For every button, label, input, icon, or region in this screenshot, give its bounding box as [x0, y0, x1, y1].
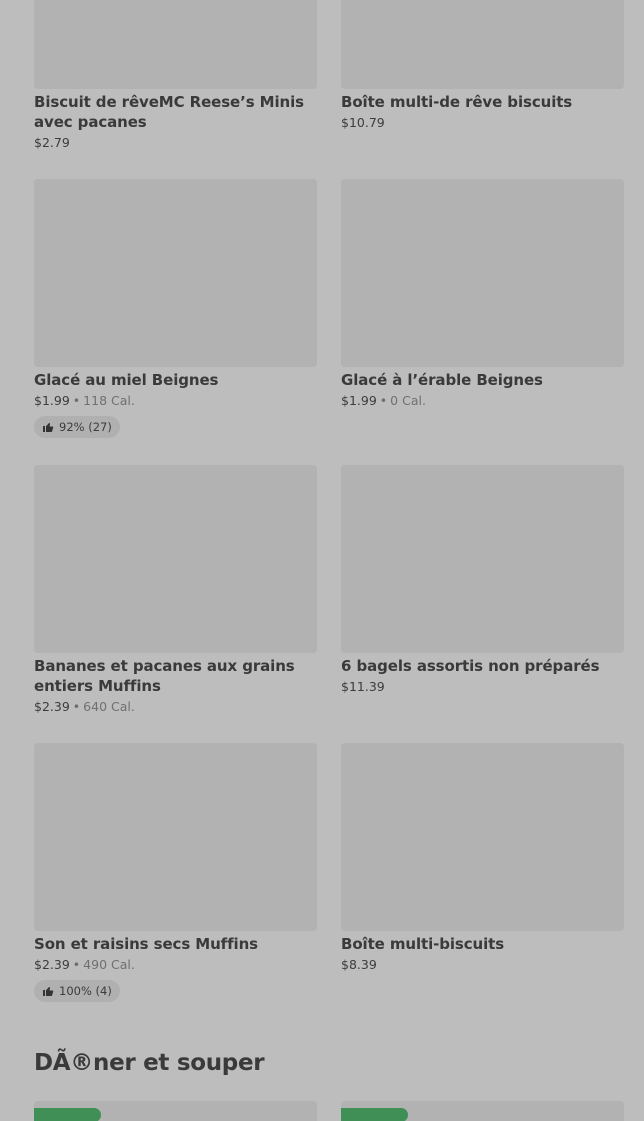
- menu-item-name: 6 bagels assortis non préparés: [341, 657, 600, 675]
- rating-badge: 92% (27): [34, 416, 120, 438]
- menu-item-image[interactable]: [34, 0, 317, 89]
- menu-item-card[interactable]: Biscuit de rêveMC Reese’s Minis avec pac…: [34, 0, 317, 151]
- menu-item-card[interactable]: Boîte multi-de rêve biscuits $10.79: [341, 0, 624, 131]
- menu-item-image[interactable]: [34, 743, 317, 931]
- menu-item-name: Son et raisins secs Muffins: [34, 935, 258, 953]
- menu-item-card[interactable]: Glacé à l’érable Beignes $1.99 • 0 Cal.: [341, 179, 624, 409]
- menu-item-image[interactable]: [341, 0, 624, 89]
- menu-item-name: Glacé à l’érable Beignes: [341, 371, 543, 389]
- menu-item-meta: $11.39: [341, 679, 624, 695]
- menu-item-meta: $1.99 • 118 Cal.: [34, 393, 317, 409]
- menu-item-image[interactable]: [341, 743, 624, 931]
- section-title: DÃ®ner et souper: [34, 1050, 265, 1076]
- menu-item-calories: 490 Cal.: [83, 957, 135, 972]
- menu-item-calories: 118 Cal.: [83, 393, 135, 408]
- menu-item-price: $2.39: [34, 957, 70, 972]
- menu-item-name: Boîte multi-de rêve biscuits: [341, 93, 573, 111]
- menu-item-name: Biscuit de rêveMC Reese’s Minis avec pac…: [34, 93, 304, 131]
- menu-item-image[interactable]: [34, 179, 317, 367]
- thumbs-up-icon: [43, 423, 54, 432]
- menu-item-meta: $1.99 • 0 Cal.: [341, 393, 624, 409]
- menu-item-image[interactable]: [341, 465, 624, 653]
- promo-badge: [34, 1108, 101, 1121]
- menu-item-name: Glacé au miel Beignes: [34, 371, 219, 389]
- menu-item-price: $10.79: [341, 115, 385, 130]
- menu-item-card[interactable]: 6 bagels assortis non préparés $11.39: [341, 465, 624, 695]
- menu-item-meta: $10.79: [341, 115, 624, 131]
- meta-separator: •: [72, 699, 81, 714]
- menu-item-meta: $2.79: [34, 135, 317, 151]
- menu-item-calories: 0 Cal.: [390, 393, 426, 408]
- menu-item-card[interactable]: Glacé au miel Beignes $1.99 • 118 Cal. 92%…: [34, 179, 317, 438]
- menu-item-image[interactable]: [341, 179, 624, 367]
- menu-item-calories: 640 Cal.: [83, 699, 135, 714]
- rating-text: 100% (4): [59, 984, 112, 998]
- meta-separator: •: [72, 957, 81, 972]
- promo-badge: [341, 1108, 408, 1121]
- menu-item-price: $2.39: [34, 699, 70, 714]
- meta-separator: •: [72, 393, 81, 408]
- rating-text: 92% (27): [59, 420, 112, 434]
- menu-item-price: $1.99: [341, 393, 377, 408]
- meta-separator: •: [379, 393, 388, 408]
- menu-item-meta: $2.39 • 640 Cal.: [34, 699, 317, 715]
- thumbs-up-icon: [43, 987, 54, 996]
- menu-item-price: $2.79: [34, 135, 70, 150]
- menu-item-image[interactable]: [341, 1101, 624, 1121]
- menu-item-price: $11.39: [341, 679, 385, 694]
- rating-badge: 100% (4): [34, 980, 120, 1002]
- menu-item-image[interactable]: [34, 1101, 317, 1121]
- menu-item-meta: $2.39 • 490 Cal.: [34, 957, 317, 973]
- menu-item-price: $1.99: [34, 393, 70, 408]
- menu-item-name: Bananes et pacanes aux grains entiers Mu…: [34, 657, 295, 695]
- menu-item-card[interactable]: Bananes et pacanes aux grains entiers Mu…: [34, 465, 317, 715]
- menu-item-card[interactable]: Boîte multi-biscuits $8.39: [341, 743, 624, 973]
- menu-item-meta: $8.39: [341, 957, 624, 973]
- menu-item-name: Boîte multi-biscuits: [341, 935, 505, 953]
- menu-item-image[interactable]: [34, 465, 317, 653]
- menu-item-price: $8.39: [341, 957, 377, 972]
- menu-item-card[interactable]: Son et raisins secs Muffins $2.39 • 490 Ca…: [34, 743, 317, 1002]
